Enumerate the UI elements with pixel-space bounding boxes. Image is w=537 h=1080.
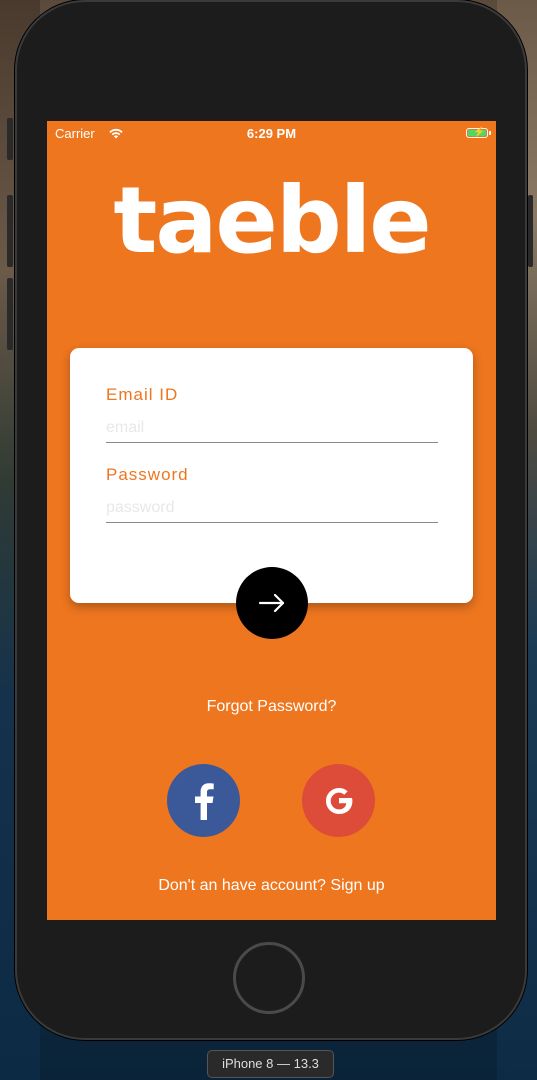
power-button xyxy=(528,195,533,267)
status-bar: Carrier 6:29 PM ⚡ xyxy=(47,121,496,145)
arrow-right-icon xyxy=(258,593,285,613)
password-input[interactable] xyxy=(106,494,438,523)
signup-link[interactable]: Don't an have account? Sign up xyxy=(47,877,496,895)
app-logo: taeble xyxy=(113,167,431,274)
password-label: Password xyxy=(106,465,189,484)
forgot-password-link[interactable]: Forgot Password? xyxy=(47,698,496,716)
facebook-icon xyxy=(194,782,214,820)
facebook-login-button[interactable] xyxy=(167,764,240,837)
battery-icon: ⚡ xyxy=(466,127,488,138)
charging-bolt-icon: ⚡ xyxy=(473,127,486,138)
login-submit-button[interactable] xyxy=(236,567,308,639)
app-screen: Carrier 6:29 PM ⚡ taeble Email ID Passwo… xyxy=(47,121,496,920)
google-icon xyxy=(325,787,352,814)
login-card: Email ID Password xyxy=(70,348,473,603)
volume-up-button xyxy=(7,195,13,267)
email-input[interactable] xyxy=(106,414,438,443)
status-time: 6:29 PM xyxy=(246,126,297,141)
home-button[interactable] xyxy=(233,942,305,1014)
simulator-device-label: iPhone 8 — 13.3 xyxy=(207,1050,334,1078)
volume-down-button xyxy=(7,278,13,350)
email-label: Email ID xyxy=(106,385,179,404)
mute-switch xyxy=(7,118,13,160)
battery-tip xyxy=(489,131,491,135)
google-login-button[interactable] xyxy=(302,764,375,837)
